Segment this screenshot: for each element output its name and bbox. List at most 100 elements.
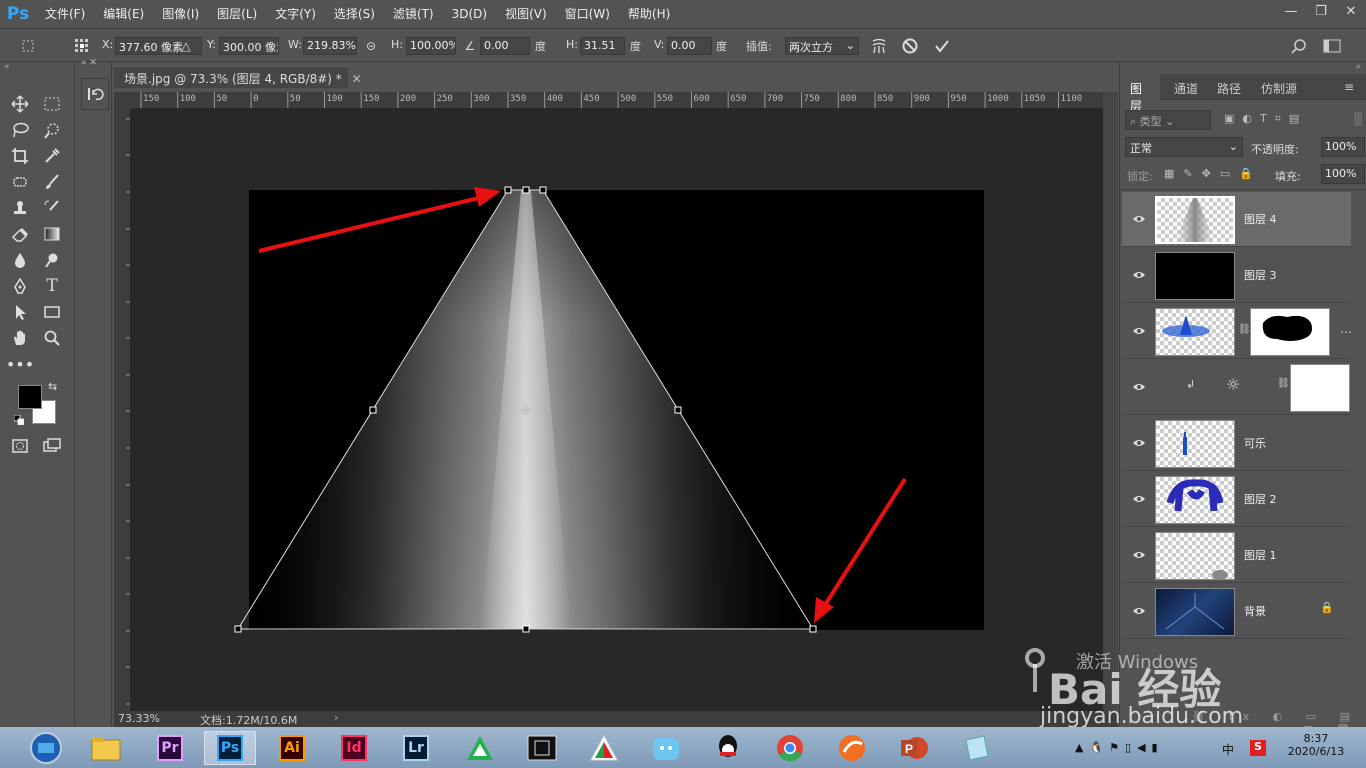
fill-field[interactable]: 100%: [1321, 164, 1365, 184]
hand-tool-icon[interactable]: [8, 326, 32, 350]
tab-paths[interactable]: 路径: [1217, 80, 1241, 97]
vskew-field[interactable]: 0.00: [667, 37, 712, 55]
menu-layer[interactable]: 图层(L): [208, 0, 266, 28]
sogou-icon[interactable]: S: [1250, 740, 1266, 756]
lasso-tool-icon[interactable]: [8, 118, 32, 142]
photoshop-taskbar-icon[interactable]: Ps: [204, 731, 256, 765]
qq-icon[interactable]: [702, 731, 754, 765]
quick-selection-tool-icon[interactable]: [40, 118, 64, 142]
workspace-icon[interactable]: [1322, 36, 1342, 56]
menu-help[interactable]: 帮助(H): [619, 0, 679, 28]
cancel-transform-icon[interactable]: [900, 36, 920, 56]
filter-icons[interactable]: ▣◐T⌗▤: [1224, 112, 1307, 126]
zoom-tool-icon[interactable]: [40, 326, 64, 350]
minimize-icon[interactable]: —: [1276, 0, 1306, 22]
tab-channels[interactable]: 通道: [1174, 80, 1198, 97]
green-app-icon[interactable]: [454, 731, 506, 765]
restore-icon[interactable]: ❐: [1306, 0, 1336, 22]
indesign-icon[interactable]: Id: [328, 731, 380, 765]
delta-icon[interactable]: △: [176, 36, 196, 56]
collapse-icon[interactable]: «: [4, 62, 68, 72]
eraser-tool-icon[interactable]: [8, 222, 32, 246]
document-tab[interactable]: 场景.jpg @ 73.3% (图层 4, RGB/8#) * ✕: [114, 66, 362, 88]
tab-clone-source[interactable]: 仿制源: [1261, 80, 1297, 97]
dodge-tool-icon[interactable]: [40, 248, 64, 272]
reference-point-icon[interactable]: [72, 36, 92, 56]
menu-edit[interactable]: 编辑(E): [94, 0, 153, 28]
filter-type-select[interactable]: ⌕ 类型 ⌄: [1125, 110, 1211, 130]
h-field[interactable]: 100.00%: [406, 37, 456, 55]
brush-tool-icon[interactable]: [40, 170, 64, 194]
search-icon[interactable]: [1289, 36, 1309, 56]
path-selection-tool-icon[interactable]: [8, 300, 32, 324]
layer-row[interactable]: ⛓ …: [1122, 304, 1352, 359]
move-tool-icon[interactable]: [8, 92, 32, 116]
panel-menu-icon[interactable]: ≡: [1344, 80, 1354, 94]
layer-row[interactable]: 图层 3: [1122, 248, 1351, 303]
tab-layers[interactable]: 图层: [1120, 74, 1160, 113]
gradient-tool-icon[interactable]: [40, 222, 64, 246]
status-menu-icon[interactable]: ›: [334, 711, 338, 724]
layer-row[interactable]: 图层 2: [1122, 472, 1351, 527]
more-tools-icon[interactable]: •••: [6, 352, 34, 376]
link-icon[interactable]: ⛓: [1238, 324, 1251, 335]
menu-3d[interactable]: 3D(D): [443, 0, 496, 28]
layer-row[interactable]: 图层 4: [1122, 192, 1351, 247]
y-field[interactable]: 300.00 像素: [219, 37, 279, 55]
interpolation-select[interactable]: 两次立方 ⌄: [785, 37, 859, 55]
history-panel-icon[interactable]: [81, 78, 109, 110]
menu-window[interactable]: 窗口(W): [556, 0, 619, 28]
angle-field[interactable]: 0.00: [480, 37, 530, 55]
eye-icon[interactable]: [1132, 548, 1146, 562]
layer-row[interactable]: 图层 1: [1122, 528, 1351, 583]
rectangle-tool-icon[interactable]: [40, 300, 64, 324]
start-button[interactable]: [20, 731, 72, 765]
opacity-field[interactable]: 100%: [1321, 137, 1365, 157]
ime-indicator[interactable]: 中: [1222, 741, 1234, 758]
healing-brush-tool-icon[interactable]: [8, 170, 32, 194]
filter-toggle[interactable]: [1354, 112, 1362, 126]
eyedropper-tool-icon[interactable]: [40, 144, 64, 168]
eye-icon[interactable]: [1132, 604, 1146, 618]
eye-icon[interactable]: [1132, 268, 1146, 282]
premiere-icon[interactable]: Pr: [144, 731, 196, 765]
video-app-icon[interactable]: [516, 731, 568, 765]
pen-tool-icon[interactable]: [8, 274, 32, 298]
layer-mask-thumbnail[interactable]: [1250, 308, 1330, 356]
menu-view[interactable]: 视图(V): [496, 0, 556, 28]
layer-row[interactable]: 可乐: [1122, 416, 1351, 471]
vertical-scrollbar[interactable]: [1103, 92, 1118, 711]
blend-mode-select[interactable]: 正常 ⌄: [1125, 137, 1243, 157]
commit-transform-icon[interactable]: [932, 36, 952, 56]
clone-stamp-tool-icon[interactable]: [8, 196, 32, 220]
illustrator-icon[interactable]: Ai: [266, 731, 318, 765]
foreground-color-swatch[interactable]: [18, 385, 42, 409]
link-icon[interactable]: ⊝: [361, 36, 381, 56]
menu-type[interactable]: 文字(Y): [266, 0, 325, 28]
transform-tool-icon[interactable]: [18, 36, 38, 56]
layer-row[interactable]: 背景 🔒: [1122, 584, 1351, 639]
blur-tool-icon[interactable]: [8, 248, 32, 272]
link-icon[interactable]: ⛓: [1277, 378, 1290, 389]
chrome-icon[interactable]: [764, 731, 816, 765]
close-tab-icon[interactable]: ✕: [352, 72, 362, 86]
menu-select[interactable]: 选择(S): [325, 0, 384, 28]
red-app-icon[interactable]: [578, 731, 630, 765]
powerpoint-icon[interactable]: P: [888, 731, 940, 765]
close-icon[interactable]: ✕: [1336, 0, 1366, 22]
eye-icon[interactable]: [1132, 380, 1146, 394]
eye-icon[interactable]: [1132, 436, 1146, 450]
system-tray-icons[interactable]: ▲🐧⚑▯◀▮: [1075, 741, 1164, 754]
menu-image[interactable]: 图像(I): [153, 0, 208, 28]
panel-collapse-icon[interactable]: »: [1120, 62, 1366, 72]
file-explorer-icon[interactable]: [80, 731, 132, 765]
warp-icon[interactable]: [869, 36, 889, 56]
w-field[interactable]: 219.83%: [303, 37, 357, 55]
menu-filter[interactable]: 滤镜(T): [384, 0, 443, 28]
menu-file[interactable]: 文件(F): [36, 0, 94, 28]
marquee-tool-icon[interactable]: [40, 92, 64, 116]
layer-mask-thumbnail[interactable]: [1290, 364, 1350, 412]
screen-mode-icon[interactable]: [40, 434, 64, 458]
quick-mask-icon[interactable]: [8, 434, 32, 458]
chat-app-icon[interactable]: [640, 731, 692, 765]
